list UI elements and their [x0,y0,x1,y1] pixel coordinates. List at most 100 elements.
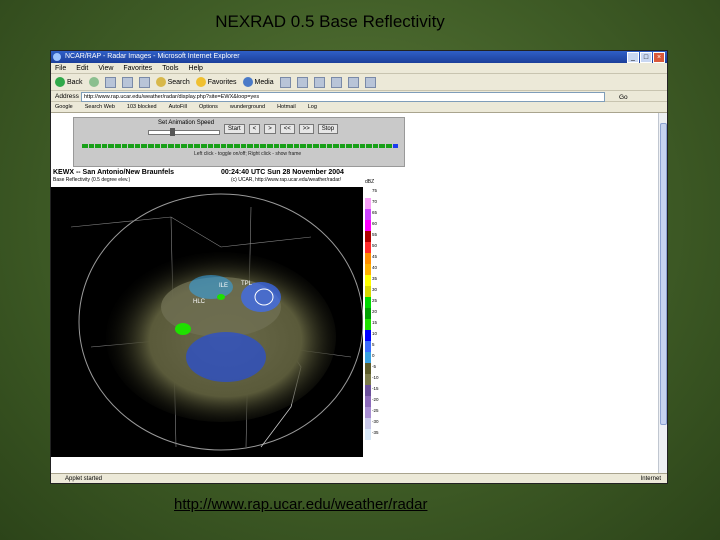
frame-cell[interactable] [326,144,333,148]
scrollbar-thumb[interactable] [660,123,667,425]
frame-cell[interactable] [386,144,392,148]
frame-cell[interactable] [366,144,372,148]
frame-cell[interactable] [167,144,174,148]
vertical-scrollbar[interactable] [658,113,667,473]
frame-cell[interactable] [200,144,207,148]
frame-cell[interactable] [339,144,346,148]
print-icon[interactable] [313,76,325,88]
frame-cell[interactable] [194,144,200,148]
frame-cell[interactable] [286,144,293,148]
links-item-hotmail[interactable]: Hotmail [277,102,296,112]
legend-row: -30 [365,418,381,429]
frame-cell[interactable] [220,144,227,148]
frame-cell[interactable] [121,144,128,148]
frame-cell[interactable] [214,144,220,148]
menu-tools[interactable]: Tools [162,63,178,73]
menu-view[interactable]: View [98,63,113,73]
search-label: Search [167,78,190,86]
home-icon[interactable] [138,76,150,88]
frame-cell[interactable] [148,144,154,148]
frame-cell[interactable] [115,144,121,148]
frame-cell[interactable] [372,144,379,148]
first-frame-button[interactable]: << [279,124,295,134]
frame-cell[interactable] [379,144,386,148]
messenger-icon[interactable] [364,76,376,88]
step-forward-button[interactable]: > [264,124,276,134]
refresh-icon[interactable] [121,76,133,88]
source-url-link[interactable]: http://www.rap.ucar.edu/weather/radar [174,496,427,513]
frame-cell[interactable] [227,144,234,148]
frame-cell[interactable] [253,144,260,148]
frame-cell[interactable] [247,144,253,148]
maximize-button[interactable]: □ [640,52,652,63]
forward-button[interactable] [88,77,99,87]
frame-cell[interactable] [300,144,306,148]
frame-cell[interactable] [154,144,161,148]
frame-cell[interactable] [352,144,359,148]
menu-help[interactable]: Help [189,63,203,73]
last-frame-button[interactable]: >> [298,124,314,134]
frame-cell[interactable] [95,144,101,148]
radar-credit-label: (c) UCAR, http://www.rap.ucar.edu/weathe… [231,177,342,183]
frame-cell[interactable] [82,144,88,148]
history-icon[interactable] [279,76,291,88]
frame-cell[interactable] [101,144,108,148]
links-item-blocked[interactable]: 103 blocked [127,102,157,112]
frame-cell[interactable] [306,144,313,148]
frame-cell[interactable] [333,144,339,148]
step-back-button[interactable]: < [248,124,261,134]
edit-icon[interactable] [330,76,342,88]
legend-swatch [365,396,371,407]
frame-cell[interactable] [280,144,286,148]
frame-cell[interactable] [267,144,273,148]
frame-cell[interactable] [161,144,167,148]
start-button[interactable]: Start [224,124,245,134]
address-input[interactable]: http://www.rap.ucar.edu/weather/radar/di… [81,92,605,102]
frame-cell[interactable] [234,144,240,148]
menu-favorites[interactable]: Favorites [123,63,152,73]
frame-cell[interactable] [181,144,187,148]
frame-cell[interactable] [240,144,247,148]
speed-slider-thumb[interactable] [170,128,175,136]
frame-cell[interactable] [392,144,399,148]
speed-slider[interactable] [148,130,220,135]
links-item-options[interactable]: Options [199,102,218,112]
frame-cell[interactable] [293,144,300,148]
stop-icon[interactable] [104,76,116,88]
legend-swatch [365,407,371,418]
media-button[interactable]: Media [242,77,274,87]
frame-cell[interactable] [187,144,194,148]
frame-cell[interactable] [319,144,326,148]
legend-row: 55 [365,231,381,242]
frame-cell[interactable] [273,144,280,148]
discuss-icon[interactable] [347,76,359,88]
frame-cell[interactable] [207,144,214,148]
frame-cell[interactable] [174,144,181,148]
links-item-log[interactable]: Log [308,102,317,112]
frame-cell[interactable] [88,144,95,148]
back-button[interactable]: Back [55,77,83,87]
menu-file[interactable]: File [55,63,66,73]
menu-edit[interactable]: Edit [76,63,88,73]
frame-cell[interactable] [346,144,352,148]
frame-cell[interactable] [134,144,141,148]
frame-cell[interactable] [141,144,148,148]
legend-swatch [365,286,371,297]
favorites-button[interactable]: Favorites [195,77,237,87]
frame-cell[interactable] [108,144,115,148]
frame-cell[interactable] [128,144,134,148]
links-item-wunderground[interactable]: wunderground [230,102,265,112]
frame-cell[interactable] [260,144,267,148]
links-item-search-web[interactable]: Search Web [85,102,115,112]
frame-cell[interactable] [359,144,366,148]
legend-row: 75 [365,187,381,198]
minimize-button[interactable]: _ [627,52,639,63]
legend-level: 0 [372,353,375,358]
mail-icon[interactable] [296,76,308,88]
search-button[interactable]: Search [155,77,190,87]
close-button[interactable]: × [653,52,665,63]
frame-cell[interactable] [313,144,319,148]
links-item-autofill[interactable]: AutoFill [169,102,187,112]
stop-button[interactable]: Stop [317,124,339,134]
links-item-google[interactable]: Google [55,102,73,112]
